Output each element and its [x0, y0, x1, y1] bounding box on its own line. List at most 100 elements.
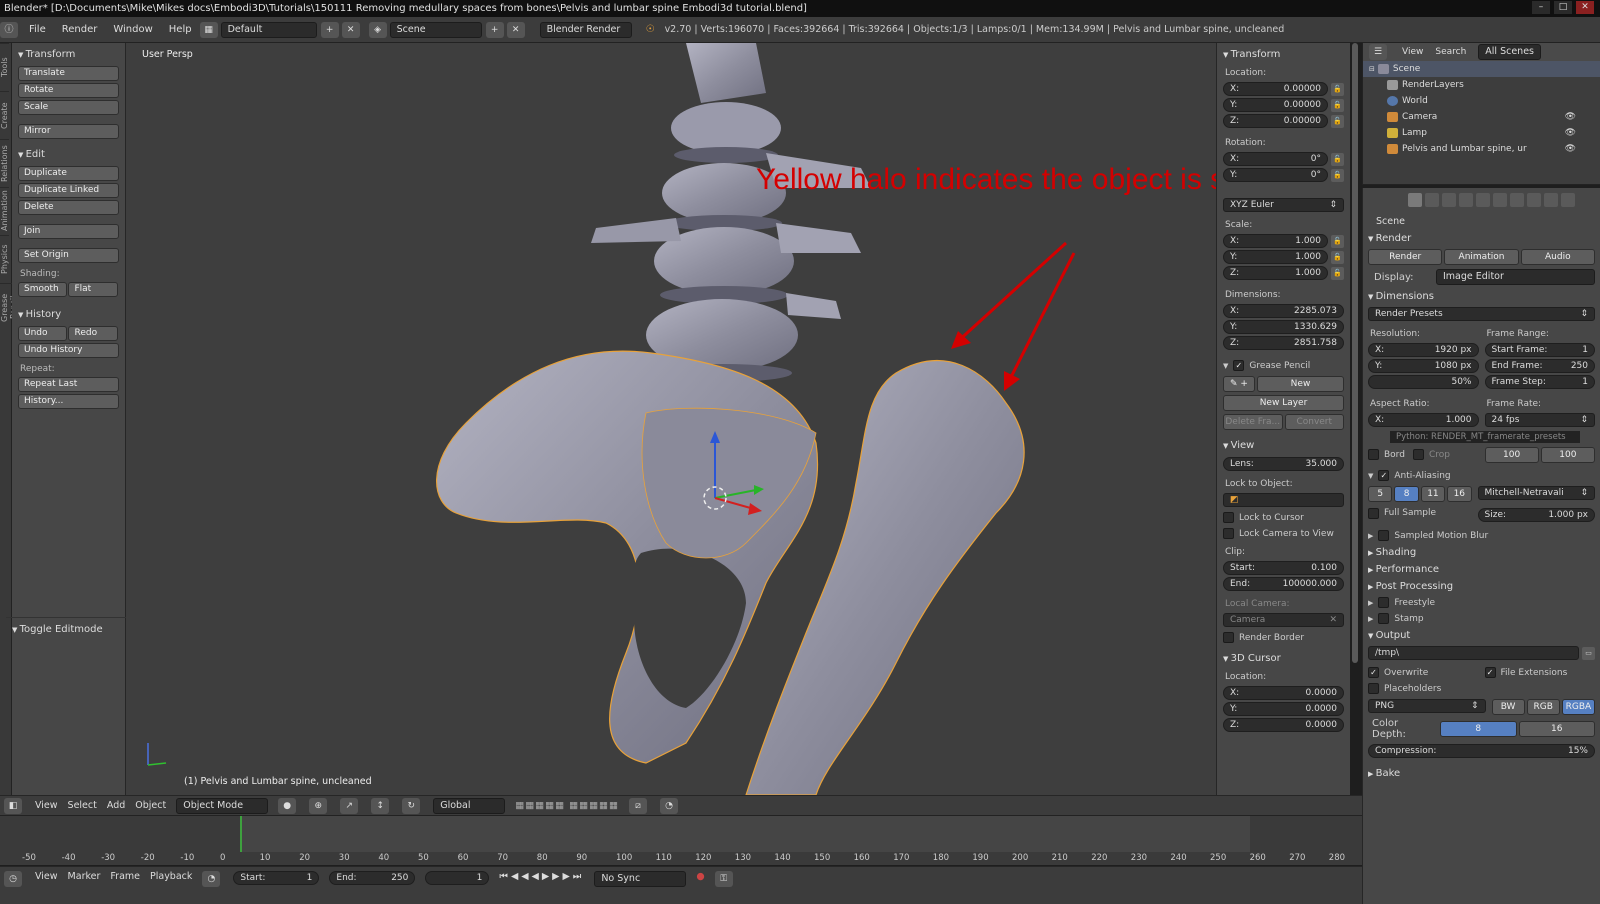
- outliner-row-pelvis[interactable]: Pelvis and Lumbar spine, ur 👁: [1363, 141, 1600, 157]
- convert-button[interactable]: Convert: [1284, 414, 1344, 430]
- select-menu[interactable]: Select: [68, 800, 97, 811]
- timeline-view-menu[interactable]: View: [35, 871, 58, 882]
- modifiers-tab-icon[interactable]: [1510, 193, 1524, 207]
- outliner-row-camera[interactable]: Camera 👁: [1363, 109, 1600, 125]
- full-sample-option[interactable]: Full Sample: [1368, 507, 1472, 519]
- rotation-x-field[interactable]: X: 0°: [1223, 152, 1328, 166]
- compression-slider[interactable]: Compression: 15%: [1368, 744, 1595, 758]
- new-layer-button[interactable]: New Layer: [1223, 395, 1344, 411]
- transform-panel-header[interactable]: Transform: [18, 49, 119, 60]
- local-camera-field[interactable]: Camera ✕: [1223, 613, 1344, 627]
- crop-option[interactable]: Crop: [1412, 448, 1450, 461]
- new-grease-button[interactable]: New: [1257, 376, 1344, 392]
- properties-region-scrollbar[interactable]: [1352, 43, 1358, 663]
- edit-panel-header[interactable]: Edit: [18, 149, 119, 160]
- timeline-editor[interactable]: -50 -40 -30 -20 -10 0 10 20 30 40 50 60 70 80 90 100 110…: [0, 815, 1362, 865]
- menu-help[interactable]: Help: [161, 24, 200, 35]
- viewport-shading-icon[interactable]: ●: [278, 797, 297, 814]
- close-icon[interactable]: ✕: [1576, 1, 1594, 14]
- view-menu[interactable]: View: [35, 800, 58, 811]
- start-frame-field[interactable]: Start Frame: 1: [1484, 343, 1595, 357]
- playback-controls[interactable]: ⏮◀◀◀▶▶▶⏭: [499, 871, 584, 882]
- frame-rate-select[interactable]: 24 fps ⇕: [1484, 413, 1595, 427]
- outliner-filter-select[interactable]: All Scenes: [1478, 44, 1541, 60]
- keying-set-icon[interactable]: ⚿: [714, 871, 733, 887]
- scene-tab-icon[interactable]: [1442, 193, 1456, 207]
- performance-panel-header[interactable]: Performance: [1368, 564, 1595, 575]
- location-z-field[interactable]: Z: 0.00000: [1223, 114, 1328, 128]
- outliner-row-world[interactable]: World: [1363, 93, 1600, 109]
- frame-step-field[interactable]: Frame Step: 1: [1484, 375, 1595, 389]
- lock-icon[interactable]: 🔓: [1331, 152, 1344, 166]
- folder-icon[interactable]: ▭: [1582, 646, 1595, 660]
- outliner-type-icon[interactable]: ☰: [1369, 44, 1387, 60]
- menu-render[interactable]: Render: [54, 24, 106, 35]
- tab-create[interactable]: Create: [0, 91, 9, 139]
- render-border-option[interactable]: Render Border: [1223, 632, 1344, 643]
- minimize-icon[interactable]: –: [1532, 1, 1550, 14]
- translate-button[interactable]: Translate: [18, 66, 119, 81]
- 3d-viewport[interactable]: User Persp Yellow halo indicates the obj…: [126, 43, 1216, 795]
- end-frame-field[interactable]: End: 250: [329, 871, 416, 885]
- delete-button[interactable]: Delete: [18, 200, 119, 215]
- join-button[interactable]: Join: [18, 224, 119, 239]
- screen-layout-select[interactable]: Default: [220, 21, 317, 38]
- mode-select[interactable]: Object Mode: [176, 797, 269, 814]
- bake-panel-header[interactable]: Bake: [1368, 768, 1595, 779]
- lock-cursor-option[interactable]: Lock to Cursor: [1223, 512, 1344, 523]
- start-frame-field[interactable]: Start: 1: [233, 871, 320, 885]
- anti-aliasing-checkbox[interactable]: ✓: [1378, 470, 1390, 481]
- lock-camera-option[interactable]: Lock Camera to View: [1223, 528, 1344, 539]
- data-tab-icon[interactable]: [1527, 193, 1541, 207]
- menu-window[interactable]: Window: [105, 24, 160, 35]
- clip-start-field[interactable]: Start: 0.100: [1223, 561, 1344, 575]
- menu-file[interactable]: File: [21, 24, 54, 35]
- scene-select[interactable]: Scene: [389, 21, 482, 38]
- undo-button[interactable]: Undo: [18, 326, 68, 341]
- rotate-button[interactable]: Rotate: [18, 83, 119, 98]
- sampled-motion-blur-header[interactable]: ▶ Sampled Motion Blur: [1368, 530, 1595, 541]
- world-tab-icon[interactable]: [1459, 193, 1473, 207]
- bw-button[interactable]: BW: [1491, 699, 1525, 715]
- animation-button[interactable]: Animation: [1444, 249, 1519, 265]
- material-tab-icon[interactable]: [1544, 193, 1558, 207]
- editor-type-icon[interactable]: ◷: [4, 871, 22, 887]
- scale-x-field[interactable]: X: 1.000: [1223, 234, 1328, 248]
- cursor-y-field[interactable]: Y: 0.0000: [1223, 702, 1344, 716]
- stamp-header[interactable]: ▶ Stamp: [1368, 613, 1595, 624]
- history-panel-header[interactable]: History: [18, 309, 119, 320]
- aa-filter-select[interactable]: Mitchell-Netravali ⇕: [1477, 486, 1595, 500]
- rotate-manipulator-icon[interactable]: ↻: [402, 797, 421, 814]
- set-origin-select[interactable]: Set Origin: [18, 248, 119, 263]
- time-remap-new-field[interactable]: 100: [1540, 447, 1595, 463]
- pivot-point-icon[interactable]: ⊕: [309, 797, 328, 814]
- render-presets-select[interactable]: Render Presets ⇕: [1368, 307, 1595, 321]
- eye-icon[interactable]: 👁: [1565, 112, 1576, 122]
- render-button[interactable]: Render: [1368, 249, 1443, 265]
- shading-panel-header[interactable]: Shading: [1368, 547, 1595, 558]
- aspect-x-field[interactable]: X: 1.000: [1368, 413, 1479, 427]
- rotation-y-field[interactable]: Y: 0°: [1223, 168, 1328, 182]
- time-remap-old-field[interactable]: 100: [1484, 447, 1539, 463]
- duplicate-button[interactable]: Duplicate: [18, 166, 119, 181]
- lens-field[interactable]: Lens: 35.000: [1223, 457, 1344, 471]
- render-layers-tab-icon[interactable]: [1425, 193, 1439, 207]
- history-button[interactable]: History...: [18, 394, 119, 409]
- file-extensions-option[interactable]: ✓ File Extensions: [1484, 667, 1596, 678]
- repeat-last-button[interactable]: Repeat Last: [18, 377, 119, 392]
- pencil-icon[interactable]: ✎ +: [1223, 376, 1255, 392]
- 3d-cursor-header[interactable]: 3D Cursor: [1223, 653, 1344, 664]
- lock-icon[interactable]: 🔓: [1331, 266, 1344, 280]
- lock-icon[interactable]: 🔓: [1331, 234, 1344, 248]
- playback-menu[interactable]: Playback: [150, 871, 192, 882]
- overwrite-option[interactable]: ✓ Overwrite: [1368, 667, 1479, 678]
- display-select[interactable]: Image Editor: [1436, 269, 1595, 285]
- grease-pencil-checkbox[interactable]: ✓: [1233, 360, 1245, 371]
- duplicate-linked-button[interactable]: Duplicate Linked: [18, 183, 119, 198]
- lock-icon[interactable]: 🔓: [1331, 82, 1344, 96]
- outliner-row-lamp[interactable]: Lamp 👁: [1363, 125, 1600, 141]
- remove-layout-icon[interactable]: ✕: [341, 21, 360, 38]
- tab-relations[interactable]: Relations: [0, 139, 9, 187]
- add-layout-icon[interactable]: +: [320, 21, 339, 38]
- texture-tab-icon[interactable]: [1561, 193, 1575, 207]
